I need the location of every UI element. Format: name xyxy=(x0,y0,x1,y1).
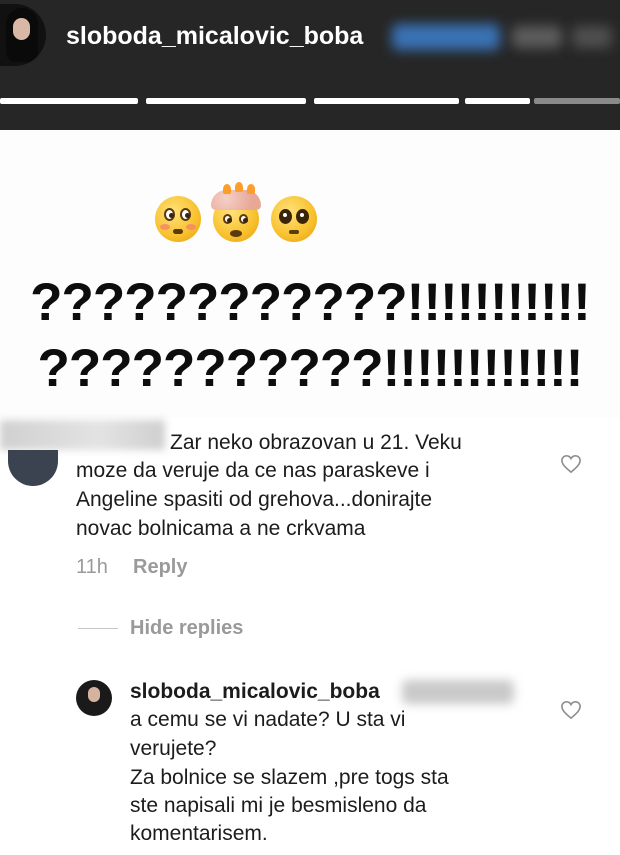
reply-username[interactable]: sloboda_micalovic_boba xyxy=(130,680,380,704)
blurred-timestamp xyxy=(512,26,562,48)
emoji-row xyxy=(155,182,317,246)
like-heart-icon[interactable] xyxy=(560,454,582,474)
story-progress-bar-5 xyxy=(534,98,620,104)
pleading-face-emoji xyxy=(271,196,317,242)
reply-like-heart-icon[interactable] xyxy=(560,700,582,720)
comment-text-line: novac bolnicama a ne crkvama xyxy=(76,517,366,540)
reply-avatar[interactable] xyxy=(76,680,112,716)
commenter-avatar[interactable] xyxy=(8,450,58,486)
story-progress-bar-4 xyxy=(465,98,530,104)
story-avatar[interactable] xyxy=(0,4,46,66)
blurred-follow-button xyxy=(392,24,500,50)
story-header: sloboda_micalovic_boba xyxy=(0,0,620,130)
hide-replies-line xyxy=(78,628,118,629)
story-text-line-1: ????????????!!!!!!!!!!! xyxy=(30,273,591,332)
story-username[interactable]: sloboda_micalovic_boba xyxy=(66,22,363,51)
story-progress-bar-1 xyxy=(0,98,138,104)
comment-time: 11h xyxy=(76,556,108,578)
reply-text-line: komentarisem. xyxy=(130,822,268,845)
hide-replies-button[interactable]: Hide replies xyxy=(130,617,243,640)
reply-text-line: a cemu se vi nadate? U sta vi xyxy=(130,708,406,731)
reply-button[interactable]: Reply xyxy=(133,556,187,579)
comment-text-line: Zar neko obrazovan u 21. Veku xyxy=(170,431,462,454)
reply-text-line: Za bolnice se slazem ,pre togs sta xyxy=(130,766,449,789)
reply-text-line: verujete? xyxy=(130,737,217,760)
exploding-head-emoji xyxy=(211,182,261,242)
blurred-header-extra xyxy=(572,26,612,48)
flushed-face-emoji xyxy=(155,196,201,242)
blurred-reply-mention xyxy=(402,680,514,704)
blurred-commenter-name xyxy=(0,420,165,450)
story-progress-bar-2 xyxy=(146,98,306,104)
comment-text-line: Angeline spasiti od grehova...donirajte xyxy=(76,488,433,511)
comment-text-line: moze da veruje da ce nas paraskeve i xyxy=(76,459,430,482)
story-text-line-2: ???????????!!!!!!!!!!!! xyxy=(37,339,584,398)
story-progress-bar-3 xyxy=(314,98,459,104)
reply-text-line: ste napisali mi je besmisleno da xyxy=(130,794,427,817)
